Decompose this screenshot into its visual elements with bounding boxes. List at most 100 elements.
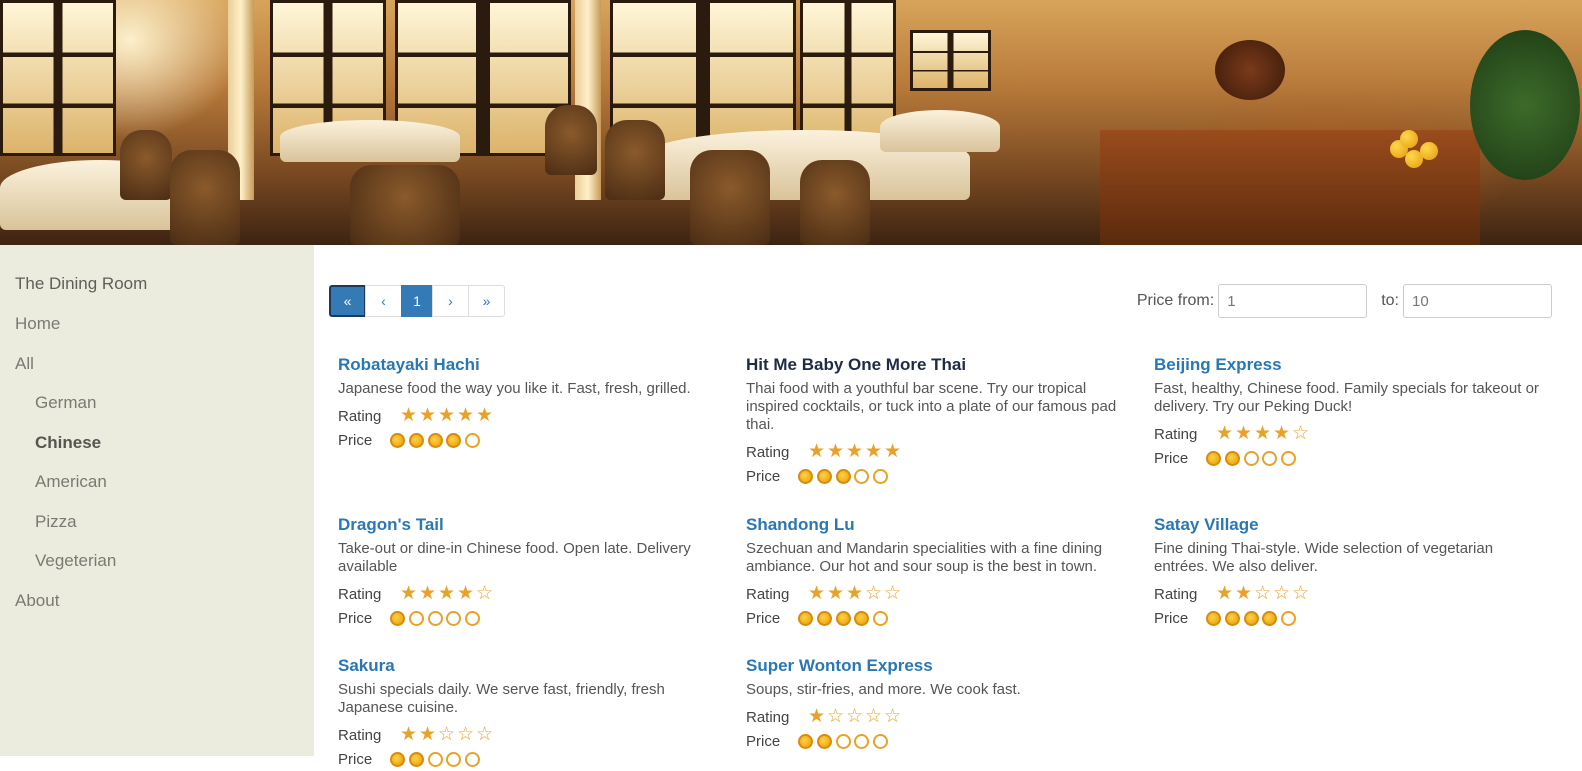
coin-filled-icon (816, 610, 832, 626)
coin-empty-icon (1262, 450, 1278, 466)
coin-filled-icon (816, 468, 832, 484)
price-row: Price (1154, 446, 1544, 470)
star-filled-icon: ★ (400, 405, 418, 426)
price-label: Price (338, 431, 373, 449)
banner-table (280, 120, 460, 162)
coin-filled-icon (835, 468, 851, 484)
pager-first-button[interactable]: « (329, 285, 366, 317)
sidebar-item-pizza[interactable]: Pizza (35, 512, 77, 532)
price-label: Price (1154, 609, 1189, 627)
rating-stars: ★ ★ ★ ★ ☆ (1216, 423, 1311, 444)
coin-empty-icon (465, 432, 481, 448)
restaurant-name-link[interactable]: Shandong Lu (746, 515, 855, 534)
coin-filled-icon (798, 733, 813, 749)
banner-window (910, 30, 991, 91)
sidebar-item-american[interactable]: American (35, 472, 107, 492)
rating-row: Rating ★ ★ ★ ★ ☆ (1154, 422, 1544, 446)
restaurant-description: Thai food with a youthful bar scene. Try… (746, 380, 1117, 433)
star-filled-icon: ★ (827, 583, 845, 604)
star-filled-icon: ★ (808, 583, 826, 604)
price-to-label: to: (1381, 292, 1399, 309)
coin-filled-icon (1224, 610, 1240, 626)
coin-filled-icon (427, 432, 443, 448)
restaurant-name-link[interactable]: Robatayaki Hachi (338, 355, 480, 374)
coin-filled-icon (1262, 610, 1278, 626)
coin-filled-icon (1224, 450, 1240, 466)
price-filter: Price from: to: (1137, 284, 1552, 318)
price-coins (1206, 610, 1300, 626)
pager-last-button[interactable]: » (468, 285, 505, 317)
sidebar-item-all[interactable]: All (15, 354, 34, 374)
rating-row: Rating ★ ☆ ☆ ☆ ☆ (746, 705, 1136, 729)
star-empty-icon: ☆ (865, 583, 883, 604)
star-empty-icon: ☆ (1292, 423, 1310, 444)
price-label: Price (338, 750, 373, 768)
star-filled-icon: ★ (1254, 423, 1272, 444)
price-row: Price (1154, 606, 1544, 630)
star-filled-icon: ★ (1235, 583, 1253, 604)
star-empty-icon: ☆ (884, 706, 902, 727)
restaurant-name-link[interactable]: Beijing Express (1154, 355, 1282, 374)
banner-table (880, 110, 1000, 152)
pager-next-button[interactable]: › (432, 285, 469, 317)
rating-stars: ★ ★ ★ ★ ★ (400, 405, 495, 426)
rating-row: Rating ★ ★ ★ ★ ★ (746, 440, 1136, 464)
rating-stars: ★ ★ ★ ★ ☆ (400, 584, 495, 603)
restaurant-name-link[interactable]: Satay Village (1154, 515, 1259, 534)
star-filled-icon: ★ (457, 405, 475, 426)
rating-row: Rating ★ ★ ★ ☆ ☆ (746, 582, 1136, 606)
price-coins (1206, 450, 1300, 466)
price-coins (798, 610, 892, 626)
restaurant-name-link[interactable]: Dragon's Tail (338, 515, 444, 534)
rating-stars: ★ ★ ★ ★ ★ (808, 441, 903, 462)
banner-flowers (1215, 40, 1285, 100)
coin-filled-icon (408, 751, 424, 767)
sidebar: The Dining Room Home All German Chinese … (0, 245, 314, 756)
coin-empty-icon (1281, 610, 1297, 626)
pager-page-1[interactable]: 1 (401, 285, 433, 317)
rating-label: Rating (338, 585, 382, 603)
banner-chair (545, 105, 597, 175)
price-to-input[interactable] (1403, 284, 1552, 318)
star-empty-icon: ☆ (1273, 583, 1291, 604)
pager-prev-button[interactable]: ‹ (365, 285, 402, 317)
coin-filled-icon (390, 610, 405, 626)
coin-empty-icon (873, 733, 889, 749)
sidebar-item-chinese[interactable]: Chinese (35, 433, 101, 453)
star-empty-icon: ☆ (865, 706, 883, 727)
restaurant-name-link[interactable]: Sakura (338, 656, 395, 675)
coin-empty-icon (835, 733, 851, 749)
coin-empty-icon (446, 751, 462, 767)
coin-empty-icon (465, 610, 481, 626)
sidebar-item-home[interactable]: Home (15, 314, 60, 334)
restaurant-description: Japanese food the way you like it. Fast,… (338, 380, 691, 397)
sidebar-brand-link[interactable]: The Dining Room (15, 274, 147, 294)
main-content: « ‹ 1 › » Price from: to: Robatayaki Hac… (314, 245, 1582, 768)
sidebar-item-german[interactable]: German (35, 393, 96, 413)
star-filled-icon: ★ (400, 724, 418, 745)
sidebar-item-about[interactable]: About (15, 591, 59, 611)
price-row: Price (338, 606, 728, 630)
star-filled-icon: ★ (884, 441, 902, 462)
restaurant-name-link[interactable]: Hit Me Baby One More Thai (746, 355, 966, 374)
price-from-label: Price from: (1136, 292, 1215, 309)
price-from-input[interactable] (1218, 284, 1368, 318)
coin-empty-icon (1243, 450, 1259, 466)
price-row: Price (338, 428, 728, 452)
banner-chair (350, 165, 460, 245)
coin-filled-icon (798, 468, 813, 484)
restaurant-name-link[interactable]: Super Wonton Express (746, 656, 933, 675)
banner-fruit (1420, 142, 1438, 160)
sidebar-item-vegeterian[interactable]: Vegeterian (35, 551, 116, 571)
restaurant-description: Szechuan and Mandarin specialities with … (746, 540, 1103, 575)
star-empty-icon: ☆ (1254, 583, 1272, 604)
coin-filled-icon (390, 751, 405, 767)
banner-chair (120, 130, 172, 200)
restaurant-card: Satay Village Fine dining Thai-style. Wi… (1154, 515, 1544, 630)
star-filled-icon: ★ (476, 405, 494, 426)
star-empty-icon: ☆ (846, 706, 864, 727)
banner-window (0, 0, 116, 156)
coin-empty-icon (408, 610, 424, 626)
price-row: Price (746, 606, 1136, 630)
banner-plant (1470, 30, 1580, 180)
